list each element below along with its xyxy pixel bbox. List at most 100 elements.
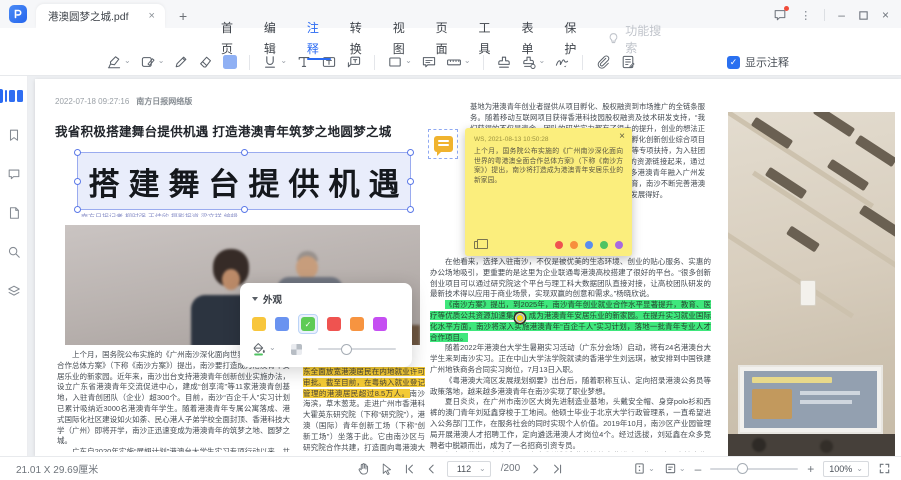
note-color-orange[interactable] xyxy=(570,241,578,249)
menu-item-convert[interactable]: 转换 xyxy=(350,18,374,60)
show-annotations-toggle[interactable]: ✓ 显示注释 xyxy=(727,54,789,70)
selection-handle-sw[interactable] xyxy=(74,206,81,213)
maximize-button[interactable] xyxy=(858,10,869,21)
page-display-mode-button[interactable]: ⌄ xyxy=(633,462,655,475)
prev-page-button[interactable] xyxy=(425,463,437,475)
show-annotations-checkbox[interactable]: ✓ xyxy=(727,56,740,69)
area-highlight-tool-button[interactable]: ⌄ xyxy=(140,54,165,70)
first-page-button[interactable] xyxy=(403,463,415,475)
note-copy-icon[interactable] xyxy=(474,241,483,249)
appearance-popup[interactable]: 外观 ✓ xyxy=(240,283,412,367)
sidebar-item-layers[interactable] xyxy=(0,282,28,300)
menu-item-view[interactable]: 视图 xyxy=(393,18,417,60)
menu-item-home[interactable]: 首页 xyxy=(221,18,245,60)
pdf-editor-window: 港澳圆梦之城.pdf × + ⋮ – × 首页 编辑 注释 转换 视图 页面 xyxy=(0,0,901,480)
sidebar-item-thumbnails[interactable] xyxy=(0,87,28,105)
article-source: 南方日报网络版 xyxy=(136,97,192,106)
sticky-note-popup[interactable]: × WS, 2021-08-13 10:50:28 上个月，国务院公布实施的《广… xyxy=(465,128,632,256)
sidebar-item-bookmarks[interactable] xyxy=(0,126,28,144)
sticky-note-icon[interactable] xyxy=(428,129,458,159)
swatch-green-selected[interactable]: ✓ xyxy=(298,314,318,334)
menu-item-tools[interactable]: 工具 xyxy=(479,18,503,60)
sidebar-item-attachments[interactable] xyxy=(0,204,28,222)
selection-handle-se[interactable] xyxy=(407,206,414,213)
selection-handle-n[interactable] xyxy=(241,149,248,156)
swatch-blue[interactable] xyxy=(275,317,289,331)
opacity-icon[interactable] xyxy=(291,344,302,355)
swatch-magenta[interactable] xyxy=(373,317,387,331)
note-color-red[interactable] xyxy=(555,241,563,249)
zoom-slider[interactable] xyxy=(710,468,798,470)
note-close-icon[interactable]: × xyxy=(619,132,625,142)
feedback-icon[interactable] xyxy=(773,8,787,22)
zoom-level-select[interactable]: 100% ⌄ xyxy=(823,461,869,477)
opacity-slider-knob[interactable] xyxy=(341,344,352,355)
selection-handle-nw[interactable] xyxy=(74,149,81,156)
fullscreen-button[interactable] xyxy=(878,462,891,475)
tab-close-icon[interactable]: × xyxy=(149,11,155,22)
green-highlight[interactable]: 《南沙方案》提出，到2025年，南沙青年创业就业合作水平显著提升，教育、医疗等优… xyxy=(430,300,711,341)
article-date-line: 2022-07-18 09:27:16南方日报网络版 xyxy=(55,96,192,107)
appearance-header[interactable]: 外观 xyxy=(252,292,400,306)
note-color-blue[interactable] xyxy=(585,241,593,249)
note-color-purple[interactable] xyxy=(615,241,623,249)
document-canvas[interactable]: 2022-07-18 09:27:16南方日报网络版 我省积极搭建舞台提供机遇 … xyxy=(28,76,901,456)
swatch-red[interactable] xyxy=(327,317,341,331)
minimize-button[interactable]: – xyxy=(838,9,845,21)
selection-handle-w[interactable] xyxy=(74,178,81,185)
sticky-note-tool-button[interactable] xyxy=(421,54,437,70)
menu-item-form[interactable]: 表单 xyxy=(521,18,545,60)
zoom-slider-knob[interactable] xyxy=(737,463,748,474)
menu-item-page[interactable]: 页面 xyxy=(436,18,460,60)
zoom-in-button[interactable]: + xyxy=(807,463,814,475)
status-bar: 21.01 X 29.69厘米 ⌄ /200 xyxy=(0,456,901,480)
feature-search-button[interactable]: 功能搜索 xyxy=(607,22,673,56)
paragraph: 东全面放宽港澳居民在内地就业许可审批。截至目前，在粤纳入就业登记管理的港澳居民超… xyxy=(303,367,425,452)
close-window-button[interactable]: × xyxy=(882,9,889,21)
menu-item-protect[interactable]: 保护 xyxy=(564,18,588,60)
selection-handle-e[interactable] xyxy=(407,178,414,185)
new-tab-button[interactable]: + xyxy=(179,9,187,23)
select-tool-button[interactable] xyxy=(380,462,393,475)
zoom-out-button[interactable]: – xyxy=(695,463,702,475)
fill-color-button[interactable]: ⌄ xyxy=(252,342,276,356)
attachment-tool-button[interactable] xyxy=(595,54,611,70)
pdf-page[interactable]: 2022-07-18 09:27:16南方日报网络版 我省积极搭建舞台提供机遇 … xyxy=(35,79,901,456)
annotation-list-button[interactable] xyxy=(620,54,636,70)
note-color-green[interactable] xyxy=(600,241,608,249)
search-icon xyxy=(7,245,21,259)
page-number-input[interactable] xyxy=(452,463,476,475)
menu-item-comment[interactable]: 注释 xyxy=(307,18,331,60)
menu-item-edit[interactable]: 编辑 xyxy=(264,18,288,60)
highlight-tool-button[interactable]: ⌄ xyxy=(106,54,131,70)
opacity-slider[interactable] xyxy=(318,348,396,350)
note-color-yellow[interactable] xyxy=(516,314,524,322)
check-icon: ✓ xyxy=(301,317,315,331)
pencil-tool-button[interactable] xyxy=(173,54,189,70)
toolbar-separator xyxy=(374,55,375,70)
page-navigation: ⌄ /200 xyxy=(356,461,564,477)
page-number-box[interactable]: ⌄ xyxy=(447,461,491,477)
app-logo-icon[interactable] xyxy=(9,5,27,23)
hand-tool-button[interactable] xyxy=(356,462,370,476)
note-body-text[interactable]: 上个月，国务院公布实施的《广州南沙深化面向世界的粤港澳全面合作总体方案》（下称《… xyxy=(474,147,623,185)
eraser-tool-button[interactable] xyxy=(198,54,214,70)
last-page-button[interactable] xyxy=(552,463,564,475)
sidebar-item-search[interactable] xyxy=(0,243,28,261)
page-box-caret-icon[interactable]: ⌄ xyxy=(479,464,486,473)
more-menu-button[interactable]: ⋮ xyxy=(800,9,811,22)
window-controls: ⋮ – × xyxy=(773,8,901,28)
next-page-button[interactable] xyxy=(530,463,542,475)
document-tab[interactable]: 港澳圆梦之城.pdf × xyxy=(36,4,165,28)
comment-note-icon xyxy=(421,54,437,70)
swatch-yellow[interactable] xyxy=(252,317,266,331)
page-size-label: 21.01 X 29.69厘米 xyxy=(16,461,98,476)
selected-text-block[interactable]: 搭建舞台提供机遇 xyxy=(77,152,411,210)
projector xyxy=(800,280,816,306)
yellow-highlight[interactable]: 东全面放宽港澳居民在内地就业许可审批。截至目前，在粤纳入就业登记管理的港澳居民超… xyxy=(303,367,425,398)
article-headline: 我省积极搭建舞台提供机遇 打造港澳青年筑梦之地圆梦之城 xyxy=(55,121,435,140)
swatch-orange[interactable] xyxy=(350,317,364,331)
fit-mode-button[interactable]: ⌄ xyxy=(664,462,686,475)
selection-handle-ne[interactable] xyxy=(407,149,414,156)
sidebar-item-comments[interactable] xyxy=(0,165,28,183)
